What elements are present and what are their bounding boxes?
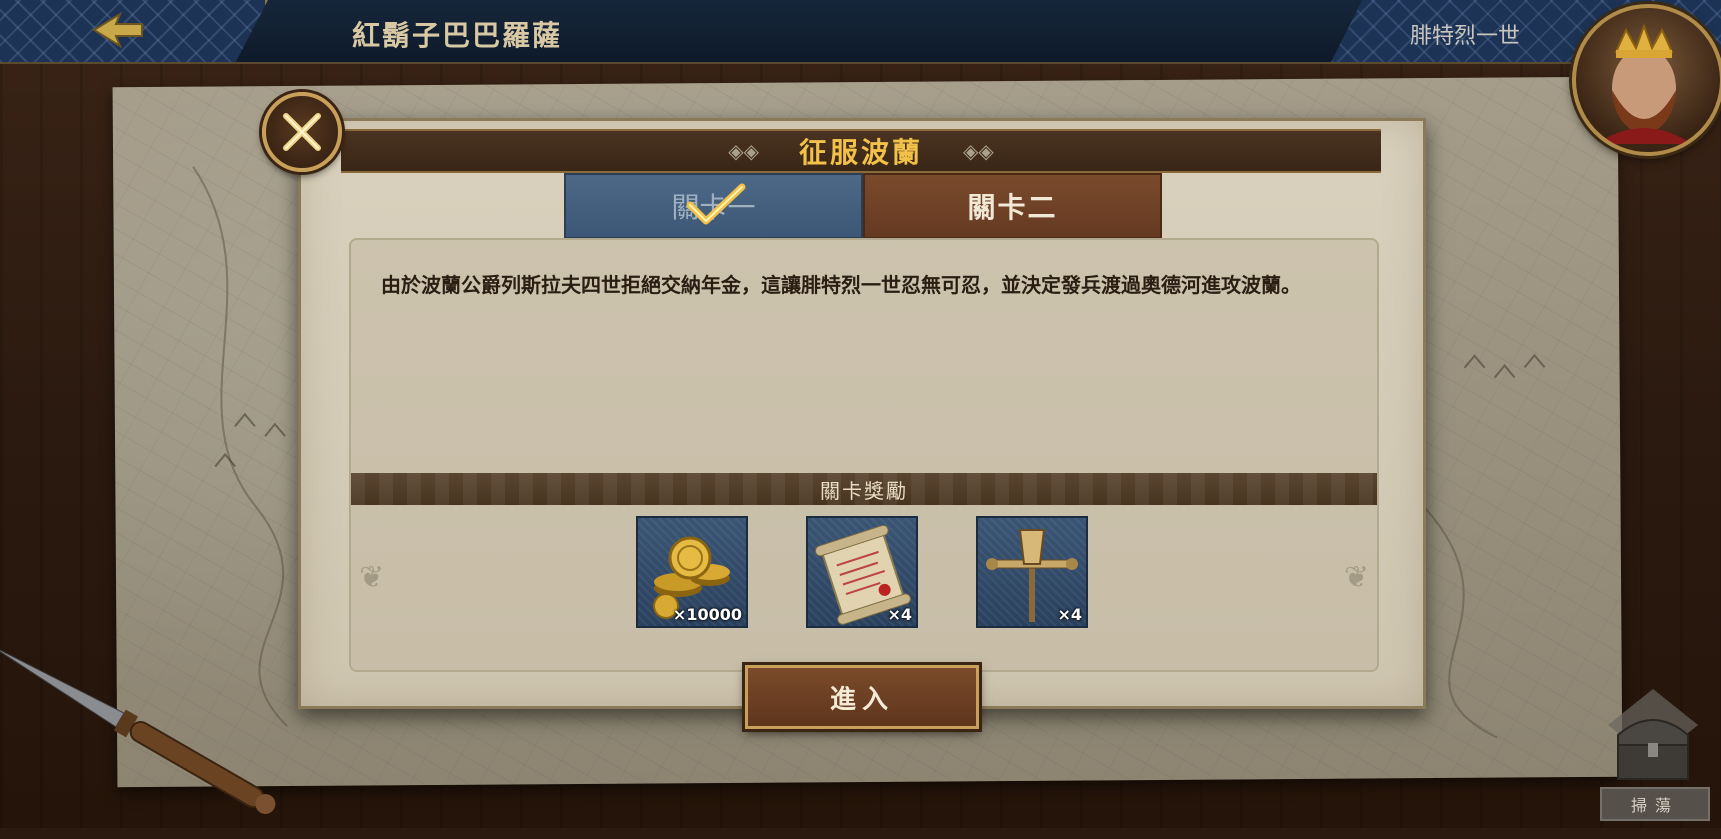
treasure-chest-icon [1608,689,1698,780]
reward-header: 關卡獎勵 [351,473,1377,505]
mission-dialog: ◈◈ 征服波蘭 ◈◈ 關卡一 關卡二 由於波蘭公爵列斯拉夫四世拒絕交納年金，這讓… [298,118,1426,709]
reward-item-gold[interactable]: ×10000 [636,516,748,628]
reward-title: 關卡獎勵 [820,478,908,503]
close-icon [283,113,321,151]
reward-item-scroll[interactable]: ×4 [806,516,918,628]
reward-item-tool[interactable]: ×4 [976,516,1088,628]
back-button[interactable] [88,8,148,52]
reward-quantity: ×10000 [672,605,742,624]
page-title: 紅鬍子巴巴羅薩 [352,19,563,52]
player-avatar[interactable] [1572,4,1721,156]
tab-stage-two[interactable]: 關卡二 [863,173,1162,239]
stage-description: 由於波蘭公爵列斯拉夫四世拒絕交納年金，這讓腓特烈一世忍無可忍，並決定發兵渡過奧德… [381,273,1301,297]
sweep-label: 掃蕩 [1600,787,1710,821]
close-button[interactable] [262,92,342,172]
reward-quantity: ×4 [1057,605,1082,624]
knot-ornament-icon: ◈◈ [728,139,759,163]
player-name: 腓特烈一世 [1410,24,1521,49]
tab-stage-two-label: 關卡二 [967,191,1058,224]
dialog-title-bar: ◈◈ 征服波蘭 ◈◈ [341,129,1381,173]
tab-stage-one[interactable]: 關卡一 [564,173,863,239]
reward-quantity: ×4 [887,605,912,624]
dialog-title: 征服波蘭 [798,136,923,169]
checkmark-icon [686,183,746,225]
back-arrow-icon [92,11,143,49]
enter-button[interactable]: 進入 [745,665,979,729]
top-bar: 紅鬍子巴巴羅薩 腓特烈一世 [0,0,1721,64]
knot-ornament-icon: ◈◈ [963,139,994,163]
king-portrait-icon [1596,23,1692,144]
reward-list: ×10000 ×4 ×4 [351,516,1377,628]
enter-button-label: 進入 [829,684,894,715]
stage-content-panel: 由於波蘭公爵列斯拉夫四世拒絕交納年金，這讓腓特烈一世忍無可忍，並決定發兵渡過奧德… [349,238,1379,672]
